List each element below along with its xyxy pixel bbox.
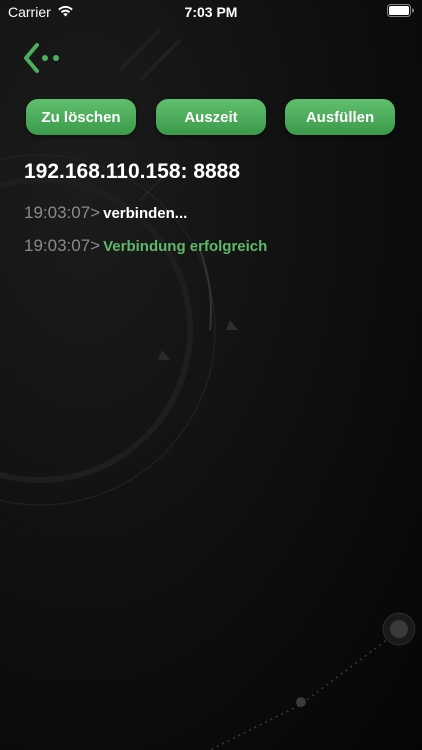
battery-icon	[387, 4, 414, 17]
log-line: 19:03:07> verbinden...	[24, 203, 187, 223]
log-message-success: Verbindung erfolgreich	[103, 238, 268, 255]
log-line: 19:03:07> Verbindung erfolgreich	[24, 236, 267, 256]
back-button[interactable]	[20, 40, 68, 80]
log-timestamp: 19:03:07>	[24, 236, 101, 255]
log-message: verbinden...	[103, 205, 188, 222]
log-timestamp: 19:03:07>	[24, 203, 101, 222]
status-bar: Carrier 7:03 PM	[0, 0, 422, 24]
back-arrow-dots-icon	[24, 43, 59, 73]
clear-button[interactable]: Zu löschen	[26, 99, 136, 135]
timeout-button[interactable]: Auszeit	[156, 99, 266, 135]
connection-address: 192.168.110.158: 8888	[24, 160, 241, 183]
clock: 7:03 PM	[184, 4, 238, 20]
fill-button[interactable]: Ausfüllen	[285, 99, 395, 135]
